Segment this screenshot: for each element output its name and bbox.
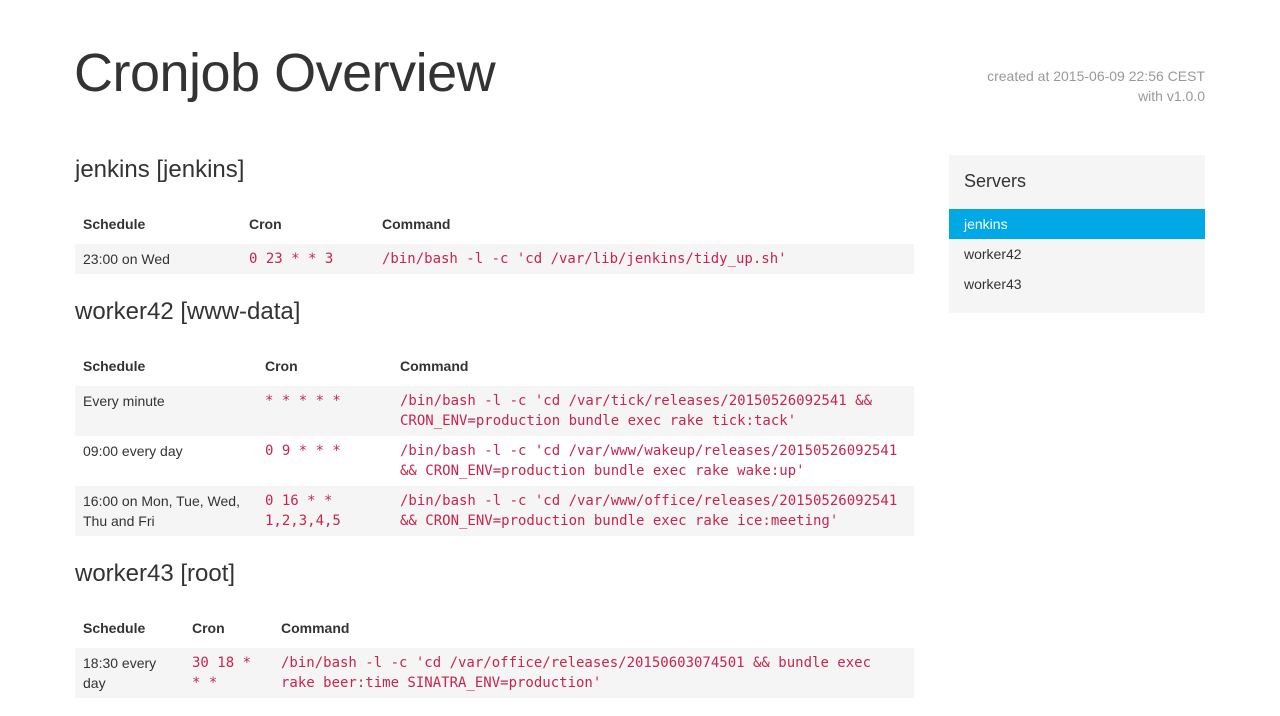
column-header-command: Command — [281, 620, 350, 636]
command-cell: /bin/bash -l -c 'cd /var/office/releases… — [273, 648, 914, 698]
servers-sidebar: Servers jenkins worker42 worker43 — [949, 155, 1205, 313]
column-header-cron: Cron — [265, 358, 298, 374]
server-section-worker42: worker42 [www-data] Schedule Cron Comman… — [75, 292, 914, 536]
command-cell: /bin/bash -l -c 'cd /var/lib/jenkins/tid… — [374, 244, 914, 274]
table-header-row: Schedule Cron Command — [75, 346, 914, 386]
cron-cell: 30 18 * * * — [184, 648, 273, 698]
column-header-command: Command — [382, 216, 451, 232]
command-cell: /bin/bash -l -c 'cd /var/www/office/rele… — [392, 486, 914, 536]
sidebar-item-worker43[interactable]: worker43 — [949, 269, 1205, 299]
server-nav-list: jenkins worker42 worker43 — [949, 209, 1205, 299]
sidebar-item-worker42[interactable]: worker42 — [949, 239, 1205, 269]
table-row: Every minute * * * * * /bin/bash -l -c '… — [75, 386, 914, 436]
version-label: with v1.0.0 — [1138, 88, 1205, 104]
column-header-schedule: Schedule — [83, 216, 146, 232]
schedule-cell: 16:00 on Mon, Tue, Wed, Thu and Fri — [75, 486, 257, 536]
server-heading: worker43 [root] — [75, 560, 236, 587]
cron-cell: 0 9 * * * — [257, 436, 392, 486]
cron-cell: 0 16 * * 1,2,3,4,5 — [257, 486, 392, 536]
column-header-cron: Cron — [249, 216, 282, 232]
server-section-jenkins: jenkins [jenkins] Schedule Cron Command … — [75, 150, 914, 274]
cron-table: Schedule Cron Command 23:00 on Wed 0 23 … — [75, 204, 914, 274]
cron-cell: * * * * * — [257, 386, 392, 436]
page-meta: created at 2015-06-09 22:56 CEST with v1… — [987, 66, 1205, 106]
main-content: jenkins [jenkins] Schedule Cron Command … — [75, 150, 914, 716]
server-heading: worker42 [www-data] — [75, 298, 301, 325]
schedule-cell: 09:00 every day — [75, 436, 257, 486]
table-header-row: Schedule Cron Command — [75, 608, 914, 648]
server-heading: jenkins [jenkins] — [75, 156, 245, 183]
sidebar-title: Servers — [964, 171, 1027, 191]
column-header-schedule: Schedule — [83, 358, 146, 374]
table-row: 23:00 on Wed 0 23 * * 3 /bin/bash -l -c … — [75, 244, 914, 274]
table-row: 09:00 every day 0 9 * * * /bin/bash -l -… — [75, 436, 914, 486]
cron-cell: 0 23 * * 3 — [241, 244, 374, 274]
cron-table: Schedule Cron Command 18:30 every day 30… — [75, 608, 914, 698]
created-timestamp: created at 2015-06-09 22:56 CEST — [987, 68, 1205, 84]
column-header-schedule: Schedule — [83, 620, 146, 636]
sidebar-item-jenkins[interactable]: jenkins — [949, 209, 1205, 239]
command-cell: /bin/bash -l -c 'cd /var/www/wakeup/rele… — [392, 436, 914, 486]
server-section-worker43: worker43 [root] Schedule Cron Command 18… — [75, 554, 914, 698]
cron-table: Schedule Cron Command Every minute * * *… — [75, 346, 914, 536]
command-cell: /bin/bash -l -c 'cd /var/tick/releases/2… — [392, 386, 914, 436]
schedule-cell: 18:30 every day — [75, 648, 184, 698]
table-row: 18:30 every day 30 18 * * * /bin/bash -l… — [75, 648, 914, 698]
column-header-command: Command — [400, 358, 469, 374]
schedule-cell: 23:00 on Wed — [75, 244, 241, 274]
schedule-cell: Every minute — [75, 386, 257, 436]
table-header-row: Schedule Cron Command — [75, 204, 914, 244]
table-row: 16:00 on Mon, Tue, Wed, Thu and Fri 0 16… — [75, 486, 914, 536]
page-title: Cronjob Overview — [74, 43, 496, 103]
column-header-cron: Cron — [192, 620, 225, 636]
